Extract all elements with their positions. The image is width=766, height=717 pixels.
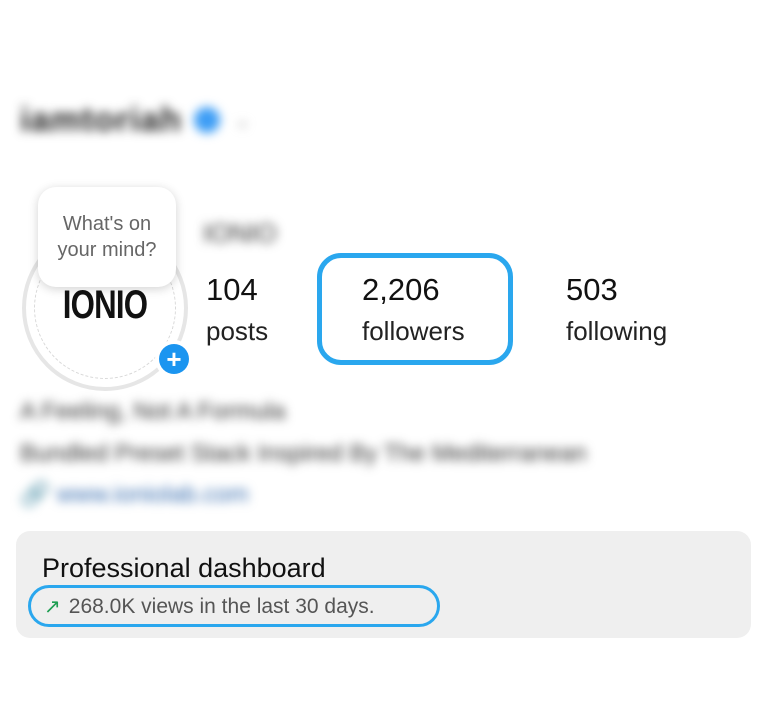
username-row[interactable]: iamtoriah ⌄ (20, 98, 251, 142)
following-stat[interactable]: 503 following (566, 270, 667, 352)
posts-stat[interactable]: 104 posts (206, 270, 268, 352)
link-icon: 🔗 (20, 481, 50, 508)
followers-highlight (317, 253, 513, 365)
views-highlight (28, 585, 440, 627)
following-count: 503 (566, 272, 618, 307)
verified-badge-icon (194, 107, 221, 133)
bio-link[interactable]: 🔗 www.ioniolab.com (20, 480, 249, 509)
avatar-logo: IONIO (62, 283, 148, 327)
display-name: IONIO (203, 218, 277, 248)
note-placeholder: What's on your mind? (57, 213, 157, 261)
following-label: following (566, 316, 668, 346)
username[interactable]: iamtoriah (20, 101, 182, 140)
note-bubble[interactable]: What's on your mind? (38, 187, 176, 287)
dashboard-title: Professional dashboard (42, 553, 326, 583)
posts-label: posts (206, 316, 269, 346)
bio-link-text: www.ioniolab.com (56, 481, 249, 508)
plus-icon: + (159, 344, 189, 374)
posts-count: 104 (206, 272, 258, 307)
chevron-down-icon[interactable]: ⌄ (234, 108, 251, 133)
add-story-button[interactable]: + (155, 340, 193, 378)
bio-line: Bundled Preset Stack Inspired By The Med… (20, 440, 587, 467)
bio-line: A Feeling, Not A Formula (20, 398, 286, 425)
